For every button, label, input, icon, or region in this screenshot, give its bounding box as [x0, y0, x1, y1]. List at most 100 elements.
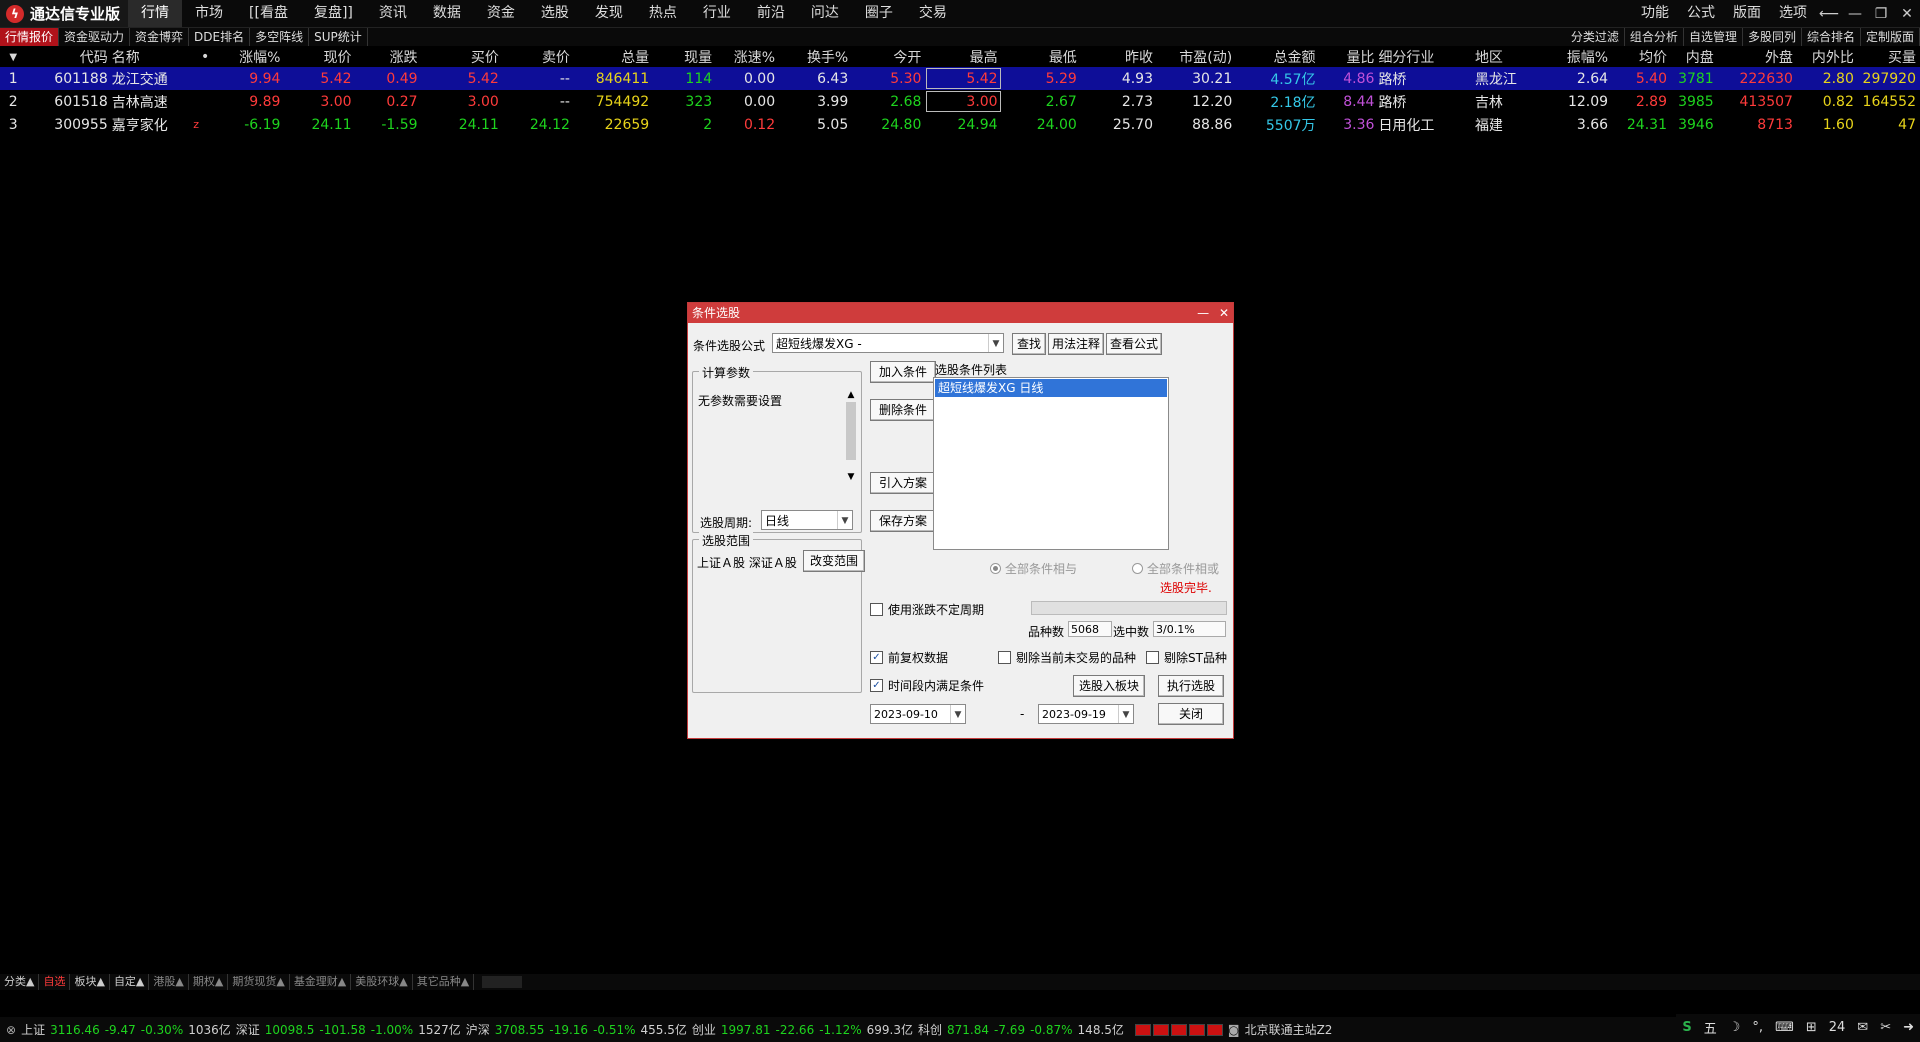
bottom-tab[interactable]: 基金理财▲	[290, 974, 352, 990]
column-header[interactable]: 卖价	[503, 47, 574, 67]
subtab[interactable]: DDE排名	[189, 28, 251, 46]
server-status[interactable]: 北京联通主站Z2	[1245, 1021, 1333, 1038]
bottom-tab[interactable]: 自选	[39, 974, 71, 990]
menu-right-item[interactable]: 功能	[1632, 0, 1678, 27]
column-header[interactable]: 细分行业	[1378, 47, 1475, 67]
find-button[interactable]: 查找	[1012, 333, 1046, 355]
chat-icon[interactable]: ✉	[1857, 1020, 1868, 1035]
bottom-tab[interactable]: 期权▲	[189, 974, 229, 990]
run-selection-button[interactable]: 执行选股	[1158, 675, 1224, 697]
menu-item[interactable]: 交易	[906, 0, 960, 27]
column-header[interactable]: 名称	[112, 47, 183, 67]
menu-item[interactable]: 圈子	[852, 0, 906, 27]
menu-item[interactable]: 资讯	[366, 0, 420, 27]
column-header[interactable]: 振幅%	[1541, 47, 1612, 67]
back-icon[interactable]: ⟵	[1816, 6, 1842, 22]
column-header[interactable]: 总量	[574, 47, 653, 67]
delete-condition-button[interactable]: 删除条件	[870, 399, 936, 421]
save-plan-button[interactable]: 保存方案	[870, 510, 936, 532]
sogou-ime-icon[interactable]: S	[1682, 1020, 1691, 1035]
chevron-down-icon[interactable]: ▼	[988, 334, 1003, 352]
menu-item[interactable]: 行情	[128, 0, 183, 27]
column-header[interactable]: 市盈(动)	[1157, 47, 1236, 67]
bottom-tab[interactable]: 期货现货▲	[228, 974, 290, 990]
params-scrollbar[interactable]: ▲ ▼	[845, 390, 857, 488]
table-row[interactable]: 1 601188 龙江交通 9.94 5.42 0.49 5.42 -- 846411 114 0.…	[0, 67, 1920, 90]
chevron-down-icon[interactable]: ▼	[950, 705, 965, 723]
bottom-tab[interactable]: 板块▲	[70, 974, 110, 990]
column-header[interactable]: 均价	[1612, 47, 1671, 67]
to-block-button[interactable]: 选股入板块	[1073, 675, 1145, 697]
column-header[interactable]: 昨收	[1081, 47, 1157, 67]
column-header[interactable]: •	[183, 47, 213, 67]
column-header[interactable]: 买价	[422, 47, 503, 67]
menu-right-item[interactable]: 选项	[1770, 0, 1816, 27]
tools-icon[interactable]: ✂	[1880, 1020, 1891, 1035]
add-condition-button[interactable]: 加入条件	[870, 361, 936, 383]
scroll-up-icon[interactable]: ▲	[845, 390, 857, 400]
close-icon[interactable]: ✕	[1894, 6, 1920, 22]
column-header[interactable]: 地区	[1475, 47, 1541, 67]
bottom-tab[interactable]: 美股环球▲	[351, 974, 413, 990]
exclude-untraded-checkbox[interactable]: 剔除当前未交易的品种	[998, 649, 1136, 666]
menu-item[interactable]: [[看盘	[236, 0, 301, 27]
exclude-st-checkbox[interactable]: 剔除ST品种	[1146, 649, 1227, 666]
column-header[interactable]: 外盘	[1718, 47, 1797, 67]
column-header[interactable]: 内盘	[1671, 47, 1718, 67]
table-row[interactable]: 3 300955 嘉亨家化 z -6.19 24.11 -1.59 24.11 24.12 226…	[0, 113, 1920, 136]
punct-icon[interactable]: °,	[1752, 1020, 1763, 1035]
condition-list-item[interactable]: 超短线爆发XG 日线	[935, 379, 1167, 397]
bottom-tab[interactable]: 自定▲	[110, 974, 150, 990]
grid-icon[interactable]: ⊞	[1806, 1020, 1817, 1035]
menu-item[interactable]: 发现	[582, 0, 636, 27]
subtab[interactable]: 行情报价	[0, 28, 60, 46]
column-header[interactable]: 涨跌	[356, 47, 422, 67]
chevron-down-icon[interactable]: ▼	[837, 511, 852, 529]
subtab[interactable]: 多空阵线	[250, 28, 310, 46]
menu-right-item[interactable]: 版面	[1724, 0, 1770, 27]
bottom-tab[interactable]: 其它品种▲	[413, 974, 475, 990]
column-header[interactable]: 今开	[852, 47, 925, 67]
bottom-tab[interactable]: 港股▲	[149, 974, 189, 990]
restore-icon[interactable]: ❐	[1868, 6, 1894, 22]
dialog-close-icon[interactable]: ✕	[1219, 306, 1229, 320]
menu-item[interactable]: 数据	[420, 0, 474, 27]
date-from-select[interactable]: 2023-09-10 ▼	[870, 704, 966, 724]
adjusted-checkbox[interactable]: ✓ 前复权数据	[870, 649, 948, 666]
time-range-checkbox[interactable]: ✓ 时间段内满足条件	[870, 677, 984, 694]
minimize-icon[interactable]: —	[1842, 6, 1868, 22]
ime-mode[interactable]: 五	[1704, 1018, 1717, 1037]
column-header[interactable]: 现价	[284, 47, 355, 67]
radio-all-or[interactable]: 全部条件相或	[1132, 560, 1219, 577]
column-header[interactable]: 最低	[1002, 47, 1081, 67]
column-header[interactable]: 涨幅%	[213, 47, 284, 67]
menu-right-item[interactable]: 公式	[1678, 0, 1724, 27]
view-formula-button[interactable]: 查看公式	[1106, 333, 1162, 355]
date-to-select[interactable]: 2023-09-19 ▼	[1038, 704, 1134, 724]
menu-item[interactable]: 热点	[636, 0, 690, 27]
subtab[interactable]: SUP统计	[309, 28, 368, 46]
table-row[interactable]: 2 601518 吉林高速 9.89 3.00 0.27 3.00 -- 754492 323 0.…	[0, 90, 1920, 113]
menu-item[interactable]: 行业	[690, 0, 744, 27]
column-header[interactable]: 最高	[925, 47, 1001, 67]
keyboard-icon[interactable]: ⌨	[1775, 1020, 1794, 1035]
column-header[interactable]: 涨速%	[716, 47, 779, 67]
subtab[interactable]: 资金博弈	[130, 28, 190, 46]
settings-icon[interactable]: ⊗	[6, 1023, 16, 1037]
subtab[interactable]: 资金驱动力	[59, 28, 131, 46]
scroll-down-icon[interactable]: ▼	[845, 472, 857, 482]
dialog-minimize-icon[interactable]: —	[1197, 306, 1209, 320]
import-plan-button[interactable]: 引入方案	[870, 472, 936, 494]
menu-item[interactable]: 问达	[798, 0, 852, 27]
menu-item[interactable]: 选股	[528, 0, 582, 27]
camera-icon[interactable]: ◙	[1228, 1023, 1240, 1037]
subtab-right[interactable]: 多股同列	[1743, 28, 1802, 46]
moon-icon[interactable]: ☽	[1729, 1020, 1741, 1035]
column-header[interactable]: 现量	[653, 47, 716, 67]
column-header[interactable]: 买量	[1858, 47, 1920, 67]
variable-period-checkbox[interactable]: 使用涨跌不定周期	[870, 601, 984, 618]
chevron-down-icon[interactable]: ▼	[1118, 705, 1133, 723]
change-scope-button[interactable]: 改变范围	[803, 550, 865, 572]
menu-item[interactable]: 前沿	[744, 0, 798, 27]
radio-all-and[interactable]: 全部条件相与	[990, 560, 1077, 577]
